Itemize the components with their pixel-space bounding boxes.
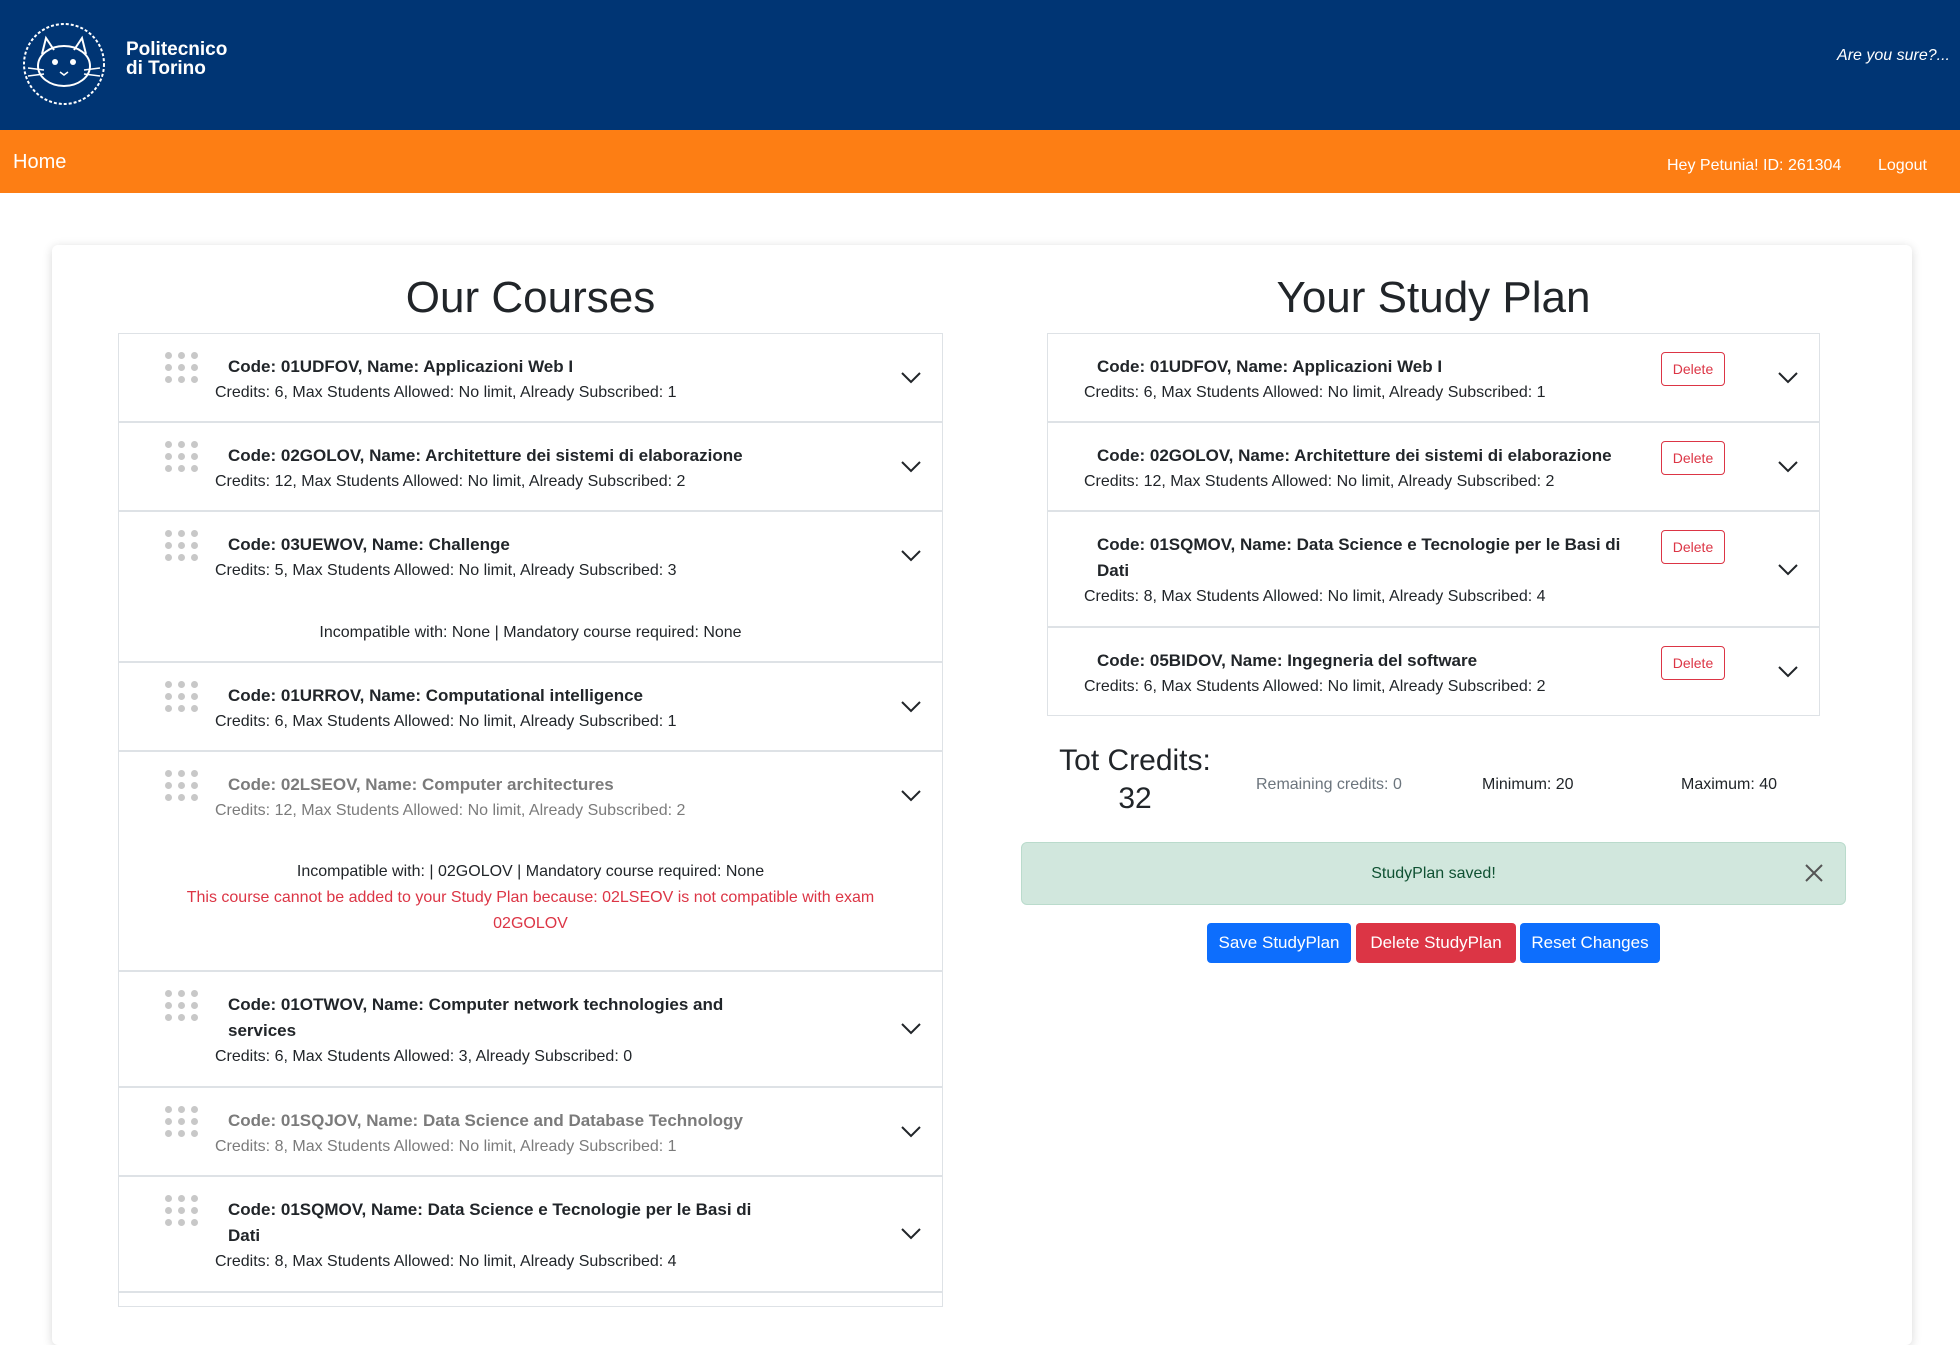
chevron-down-icon[interactable] (900, 549, 922, 563)
delete-course-button[interactable]: Delete (1661, 441, 1725, 475)
plan-item-01udfov: Code: 01UDFOV, Name: Applicazioni Web I … (1047, 333, 1820, 422)
course-title: Code: 01SQJOV, Name: Data Science and Da… (228, 1111, 743, 1130)
course-item-01udfov[interactable]: Code: 01UDFOV, Name: Applicazioni Web I … (118, 333, 943, 422)
course-item-01sqjov[interactable]: Code: 01SQJOV, Name: Data Science and Da… (118, 1087, 943, 1176)
course-item-03uewov[interactable]: Code: 03UEWOV, Name: Challenge Credits: … (118, 511, 943, 662)
plan-item-02golov: Code: 02GOLOV, Name: Architetture dei si… (1047, 422, 1820, 511)
polito-logo-icon (23, 23, 105, 105)
course-title: Code: 02LSEOV, Name: Computer architectu… (228, 775, 614, 794)
chevron-down-icon[interactable] (1777, 460, 1799, 474)
course-title: Code: 01UDFOV, Name: Applicazioni Web I (228, 357, 574, 376)
plan-course-title-cont: Dati (1097, 561, 1130, 580)
course-details: Credits: 12, Max Students Allowed: No li… (215, 802, 686, 819)
alert-message: StudyPlan saved! (1371, 865, 1496, 882)
course-details: Credits: 5, Max Students Allowed: No lim… (215, 562, 677, 579)
plan-course-title: Code: 01UDFOV, Name: Applicazioni Web I (1097, 357, 1443, 376)
delete-studyplan-button[interactable]: Delete StudyPlan (1356, 923, 1516, 963)
plan-course-title: Code: 05BIDOV, Name: Ingegneria del soft… (1097, 651, 1478, 670)
drag-handle-icon[interactable] (165, 770, 199, 802)
chevron-down-icon[interactable] (900, 1022, 922, 1036)
plan-course-details: Credits: 6, Max Students Allowed: No lim… (1084, 678, 1546, 695)
course-title: Code: 03UEWOV, Name: Challenge (228, 535, 510, 554)
chevron-down-icon[interactable] (1777, 371, 1799, 385)
chevron-down-icon[interactable] (900, 371, 922, 385)
chevron-down-icon[interactable] (1777, 563, 1799, 577)
course-title: Code: 01URROV, Name: Computational intel… (228, 686, 643, 705)
drag-handle-icon[interactable] (165, 441, 199, 473)
logout-link[interactable]: Logout (1878, 157, 1927, 175)
course-details: Credits: 6, Max Students Allowed: No lim… (215, 713, 677, 730)
user-greeting: Hey Petunia! ID: 261304 (1667, 157, 1842, 174)
top-header: Politecnico di Torino Are you sure?... (0, 0, 1960, 130)
course-constraints: Incompatible with: None | Mandatory cour… (319, 624, 742, 641)
chevron-down-icon[interactable] (900, 1125, 922, 1139)
course-title: Code: 02GOLOV, Name: Architetture dei si… (228, 446, 743, 465)
total-credits: Tot Credits: 32 (1055, 742, 1215, 818)
close-icon[interactable] (1803, 862, 1825, 884)
course-constraints: Incompatible with: | 02GOLOV | Mandatory… (296, 863, 765, 880)
brand-line-1: Politecnico (126, 39, 228, 60)
course-details: Credits: 6, Max Students Allowed: 3, Alr… (215, 1048, 633, 1065)
course-error-message-cont: 02GOLOV (493, 915, 568, 932)
drag-handle-icon[interactable] (165, 1106, 199, 1138)
reset-changes-button[interactable]: Reset Changes (1520, 923, 1660, 963)
course-title-cont: services (228, 1021, 297, 1040)
course-item-02lseov[interactable]: Code: 02LSEOV, Name: Computer architectu… (118, 751, 943, 971)
chevron-down-icon[interactable] (900, 460, 922, 474)
minimum-credits: Minimum: 20 (1482, 776, 1574, 793)
study-plan-title: Your Study Plan (1276, 273, 1591, 322)
chevron-down-icon[interactable] (900, 700, 922, 714)
delete-course-button[interactable]: Delete (1661, 530, 1725, 564)
plan-course-title: Code: 02GOLOV, Name: Architetture dei si… (1097, 446, 1612, 465)
course-item-02golov[interactable]: Code: 02GOLOV, Name: Architetture dei si… (118, 422, 943, 511)
course-title: Code: 01OTWOV, Name: Computer network te… (228, 995, 724, 1014)
brand-name: Politecnico di Torino (126, 40, 227, 78)
delete-course-button[interactable]: Delete (1661, 646, 1725, 680)
total-credits-value: 32 (1118, 782, 1152, 815)
drag-handle-icon[interactable] (165, 990, 199, 1022)
success-alert: StudyPlan saved! (1021, 842, 1846, 905)
drag-handle-icon[interactable] (165, 1195, 199, 1227)
chevron-down-icon[interactable] (1777, 665, 1799, 679)
course-item-01sqmov[interactable]: Code: 01SQMOV, Name: Data Science e Tecn… (118, 1176, 943, 1292)
drag-handle-icon[interactable] (165, 352, 199, 384)
course-title-cont: Dati (228, 1226, 261, 1245)
course-title: Code: 01SQMOV, Name: Data Science e Tecn… (228, 1200, 752, 1219)
course-details: Credits: 8, Max Students Allowed: No lim… (215, 1138, 677, 1155)
drag-handle-icon[interactable] (165, 530, 199, 562)
plan-course-details: Credits: 8, Max Students Allowed: No lim… (1084, 588, 1546, 605)
course-item-01urrov[interactable]: Code: 01URROV, Name: Computational intel… (118, 662, 943, 751)
plan-course-title: Code: 01SQMOV, Name: Data Science e Tecn… (1097, 535, 1621, 554)
save-studyplan-button[interactable]: Save StudyPlan (1207, 923, 1351, 963)
chevron-down-icon[interactable] (900, 789, 922, 803)
maximum-credits: Maximum: 40 (1681, 776, 1778, 793)
delete-course-button[interactable]: Delete (1661, 352, 1725, 386)
plan-item-05bidov: Code: 05BIDOV, Name: Ingegneria del soft… (1047, 627, 1820, 716)
drag-handle-icon[interactable] (165, 681, 199, 713)
nav-home-link[interactable]: Home (13, 151, 66, 174)
header-tagline: Are you sure?... (1837, 47, 1950, 64)
course-details: Credits: 6, Max Students Allowed: No lim… (215, 384, 677, 401)
total-credits-label: Tot Credits: (1059, 744, 1211, 777)
courses-title: Our Courses (405, 273, 656, 322)
course-details: Credits: 8, Max Students Allowed: No lim… (215, 1253, 677, 1270)
course-details: Credits: 12, Max Students Allowed: No li… (215, 473, 686, 490)
plan-course-details: Credits: 12, Max Students Allowed: No li… (1084, 473, 1555, 490)
course-error-message: This course cannot be added to your Stud… (186, 889, 875, 906)
chevron-down-icon[interactable] (900, 1227, 922, 1241)
course-item-partial[interactable] (118, 1292, 943, 1307)
course-item-01otwov[interactable]: Code: 01OTWOV, Name: Computer network te… (118, 971, 943, 1087)
plan-course-details: Credits: 6, Max Students Allowed: No lim… (1084, 384, 1546, 401)
navbar: Home Hey Petunia! ID: 261304 Logout (0, 130, 1960, 193)
plan-item-01sqmov: Code: 01SQMOV, Name: Data Science e Tecn… (1047, 511, 1820, 627)
remaining-credits: Remaining credits: 0 (1256, 776, 1402, 793)
brand-line-2: di Torino (126, 58, 206, 79)
